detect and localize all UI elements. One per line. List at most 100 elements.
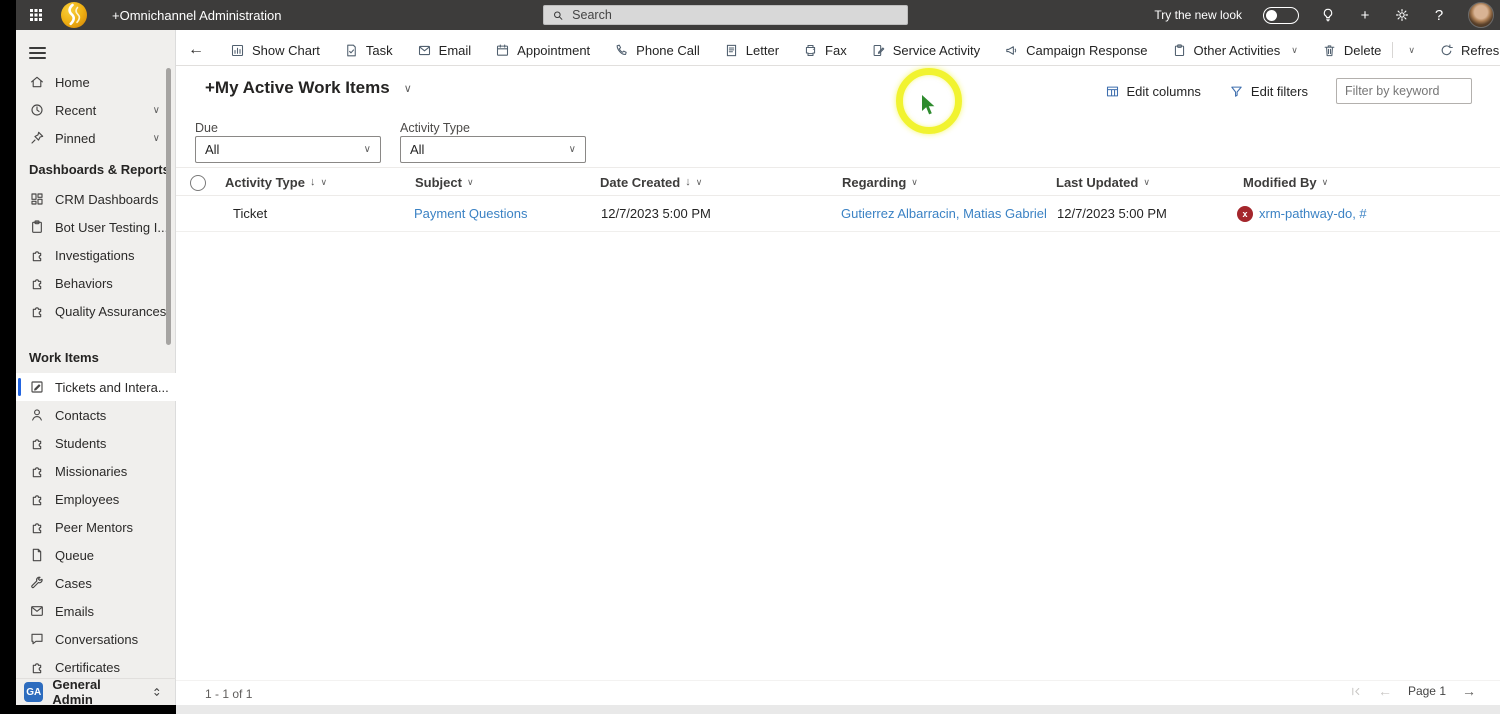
edit-filters-label: Edit filters <box>1250 83 1308 99</box>
activity-type-filter-dropdown[interactable]: All ∨ <box>400 136 586 163</box>
cmd-appointment[interactable]: Appointment <box>483 43 602 58</box>
other-activities-icon <box>1172 43 1187 58</box>
lightbulb-icon[interactable] <box>1320 7 1336 23</box>
column-label: Subject <box>415 174 462 190</box>
add-icon[interactable]: + <box>1357 8 1373 23</box>
hamburger-menu-icon[interactable] <box>29 44 46 62</box>
cmd-label: Letter <box>745 42 780 58</box>
chevron-down-icon: ∨ <box>1143 176 1150 187</box>
cmd-letter[interactable]: Letter <box>712 43 791 58</box>
sidebar-item-crm-dashboards[interactable]: CRM Dashboards <box>16 185 176 213</box>
cmd-email[interactable]: Email <box>405 43 484 58</box>
previous-page-icon[interactable]: ← <box>1378 684 1392 698</box>
cmd-task[interactable]: Task <box>332 43 405 58</box>
sidebar-item-home[interactable]: Home <box>16 68 176 96</box>
cmd-label: Service Activity <box>892 42 981 58</box>
window-bottom-edge <box>176 705 1500 714</box>
search-input[interactable] <box>570 7 899 23</box>
global-search[interactable] <box>543 5 908 25</box>
chevron-updown-icon <box>150 685 164 699</box>
cmd-label: Delete <box>1343 42 1382 58</box>
column-header-subject[interactable]: Subject ∨ <box>415 168 474 196</box>
sidebar-item-recent[interactable]: Recent ∨ <box>16 96 176 124</box>
sidebar-scrollbar[interactable] <box>166 68 171 345</box>
phone-call-icon <box>614 43 629 58</box>
new-look-toggle[interactable] <box>1263 6 1299 24</box>
sidebar-item-label: Bot User Testing I... <box>55 219 169 235</box>
sidebar-navigation: Home Recent ∨ Pinned ∨ Dashboards & Repo… <box>16 30 176 707</box>
sidebar-item-pinned[interactable]: Pinned ∨ <box>16 124 176 152</box>
chevron-down-icon: ∨ <box>466 176 474 187</box>
cmd-service-activity[interactable]: Service Activity <box>859 43 992 58</box>
first-page-icon[interactable] <box>1349 685 1362 698</box>
help-icon[interactable]: ? <box>1431 8 1447 23</box>
sidebar-item-behaviors[interactable]: Behaviors <box>16 269 176 297</box>
pinned-pin-icon <box>29 130 45 146</box>
sidebar-item-queue[interactable]: Queue <box>16 541 176 569</box>
cmd-phone-call[interactable]: Phone Call <box>602 43 712 58</box>
app-launcher-waffle-icon[interactable] <box>27 6 45 24</box>
edit-filters-funnel-icon <box>1229 84 1244 99</box>
sidebar-item-emails[interactable]: Emails <box>16 597 176 625</box>
sidebar-item-cases[interactable]: Cases <box>16 569 176 597</box>
cell-modified-by: x xrm-pathway-do, # <box>1237 196 1367 231</box>
main-content: ← Show Chart Task Email Appointment Phon… <box>176 30 1500 705</box>
sidebar-item-label: CRM Dashboards <box>55 191 159 207</box>
select-all-checkbox[interactable] <box>190 175 206 191</box>
wrench-icon <box>29 575 45 591</box>
sidebar-item-missionaries[interactable]: Missionaries <box>16 457 176 485</box>
chevron-down-icon[interactable]: ∨ <box>1408 45 1415 56</box>
sidebar-item-bot-user-testing[interactable]: Bot User Testing I... <box>16 213 176 241</box>
cmd-refresh[interactable]: Refresh <box>1427 43 1500 58</box>
sidebar-item-contacts[interactable]: Contacts <box>16 401 176 429</box>
cmd-campaign-response[interactable]: Campaign Response <box>992 43 1159 58</box>
cell-activity-type: Ticket <box>233 206 268 221</box>
column-header-last-updated[interactable]: Last Updated ∨ <box>1056 168 1150 196</box>
divider <box>1392 42 1394 58</box>
regarding-link[interactable]: Gutierrez Albarracin, Matias Gabriel <box>841 196 1047 231</box>
column-header-regarding[interactable]: Regarding ∨ <box>842 168 918 196</box>
sidebar-item-students[interactable]: Students <box>16 429 176 457</box>
sidebar-item-tickets-and-interactions[interactable]: Tickets and Intera... <box>16 373 176 401</box>
cmd-delete[interactable]: Delete ∨ <box>1310 42 1427 58</box>
chat-icon <box>29 631 45 647</box>
subject-link[interactable]: Payment Questions <box>414 196 527 231</box>
campaign-response-icon <box>1004 43 1019 58</box>
column-header-modified-by[interactable]: Modified By ∨ <box>1243 168 1328 196</box>
envelope-icon <box>29 603 45 619</box>
cmd-fax[interactable]: Fax <box>791 43 859 58</box>
edit-columns-button[interactable]: Edit columns <box>1105 84 1201 99</box>
sidebar-item-employees[interactable]: Employees <box>16 485 176 513</box>
chevron-down-icon: ∨ <box>911 176 918 187</box>
sidebar-item-label: Certificates <box>55 659 121 675</box>
user-initials-badge: GA <box>24 682 44 702</box>
column-header-activity-type[interactable]: Activity Type ↓ ∨ <box>225 168 327 196</box>
settings-gear-icon[interactable] <box>1394 7 1410 23</box>
next-page-icon[interactable]: → <box>1462 684 1476 698</box>
due-filter-dropdown[interactable]: All ∨ <box>195 136 381 163</box>
user-avatar[interactable] <box>1468 2 1494 28</box>
sidebar-item-conversations[interactable]: Conversations <box>16 625 176 653</box>
due-filter-label: Due <box>195 121 218 135</box>
sidebar-item-quality-assurances[interactable]: Quality Assurances <box>16 297 176 325</box>
task-icon <box>344 43 359 58</box>
activity-type-filter-value: All <box>410 142 425 157</box>
modified-by-link[interactable]: xrm-pathway-do, # <box>1259 206 1367 221</box>
view-selector[interactable]: +My Active Work Items ∨ <box>205 78 412 98</box>
filter-keyword-input[interactable] <box>1336 78 1472 104</box>
sidebar-item-peer-mentors[interactable]: Peer Mentors <box>16 513 176 541</box>
puzzle-icon <box>29 519 45 535</box>
table-row[interactable]: Ticket Payment Questions 12/7/2023 5:00 … <box>176 196 1500 232</box>
user-switcher[interactable]: GA General Admin <box>16 677 176 707</box>
cmd-label: Email <box>438 42 472 58</box>
cmd-show-chart[interactable]: Show Chart <box>218 43 332 58</box>
back-button[interactable]: ← <box>176 41 218 59</box>
edit-filters-button[interactable]: Edit filters <box>1229 84 1308 99</box>
cmd-other-activities[interactable]: Other Activities ∨ <box>1160 43 1310 58</box>
chevron-down-icon: ∨ <box>403 82 412 95</box>
column-header-date-created[interactable]: Date Created ↓ ∨ <box>600 168 702 196</box>
puzzle-icon <box>29 491 45 507</box>
sidebar-item-investigations[interactable]: Investigations <box>16 241 176 269</box>
service-activity-icon <box>871 43 886 58</box>
org-logo <box>60 1 88 29</box>
